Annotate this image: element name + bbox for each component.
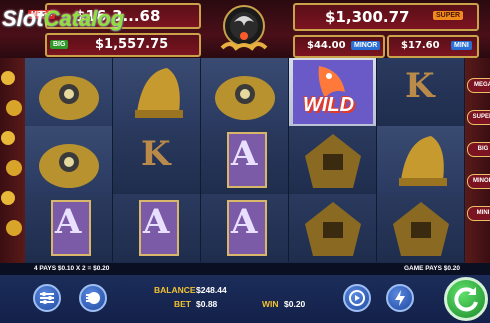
win-value: $0.20	[284, 299, 306, 309]
reel-cell-samurai	[289, 194, 377, 262]
logo-catalog: Catalog	[43, 6, 125, 31]
lightning-icon	[395, 290, 405, 306]
reel-cell-wild: WILD	[289, 58, 377, 126]
bet-value: $0.88	[196, 299, 218, 309]
samurai-helmet-icon	[305, 202, 361, 256]
settings-button[interactable]	[33, 284, 61, 312]
super-jackpot-value: $1,300.77	[325, 8, 410, 26]
autoplay-button[interactable]	[343, 284, 371, 312]
reel-cell-bell	[113, 58, 201, 126]
spin-button[interactable]	[444, 277, 488, 321]
win-info-strip: 4 PAYS $0.10 X 2 = $0.20 GAME PAYS $0.20	[0, 263, 490, 275]
super-tag: SUPER	[433, 11, 464, 20]
wild-label: WILD	[303, 94, 355, 116]
balance-label: BALANCE	[154, 285, 196, 295]
reel-grid: WILD K K A A A A	[25, 58, 465, 263]
reel-cell-k: K	[377, 58, 465, 126]
big-tag: BIG	[50, 40, 69, 49]
reel-cell-a: A	[201, 126, 289, 194]
reel-cell-a: A	[25, 194, 113, 262]
logo-slot: Slot	[2, 6, 44, 31]
golden-frog-icon	[39, 144, 99, 188]
line-pays-text: 4 PAYS $0.10 X 2 = $0.20	[34, 265, 110, 272]
golden-bell-icon	[135, 68, 183, 118]
minor-jackpot-value: $44.00	[307, 40, 346, 51]
letter-a: A	[231, 202, 258, 242]
turbo-button[interactable]	[386, 284, 414, 312]
letter-k: K	[141, 134, 171, 174]
jackpot-bar: $16,3...68 MEGA $1,557.75 BIG SlotCatalo…	[0, 0, 490, 58]
reel-cell-bell	[377, 126, 465, 194]
bet-coins-button[interactable]	[79, 284, 107, 312]
samurai-helmet-icon	[393, 202, 449, 256]
win-label: WIN	[262, 299, 279, 309]
autoplay-icon	[349, 290, 365, 306]
side-pill-super: SUPER	[467, 110, 490, 125]
game-pays-text: GAME PAYS $0.20	[404, 265, 460, 272]
reel-cell-samurai	[289, 126, 377, 194]
reel-cell-a: A	[201, 194, 289, 262]
reel-cell-a: A	[113, 194, 201, 262]
samurai-helmet-icon	[305, 134, 361, 188]
left-decor-column	[0, 58, 25, 263]
letter-a: A	[55, 202, 82, 242]
spin-arrows-icon	[454, 287, 478, 312]
coins-stack-icon	[86, 292, 100, 304]
slotcatalog-logo: SlotCatalog	[2, 6, 124, 32]
reel-cell-frog	[25, 126, 113, 194]
gold-coins-icon	[1, 71, 22, 236]
golden-frog-icon	[39, 76, 99, 120]
golden-bell-icon	[399, 136, 447, 186]
reel-cell-samurai	[377, 194, 465, 262]
reel-cell-frog	[201, 58, 289, 126]
mini-tag: MINI	[451, 41, 472, 50]
reel-cell-frog	[25, 58, 113, 126]
golden-frog-icon	[215, 76, 275, 120]
letter-a: A	[231, 134, 258, 174]
big-jackpot-value: $1,557.75	[95, 37, 169, 52]
reel-cell-k: K	[113, 126, 201, 194]
letter-a: A	[143, 202, 170, 242]
bet-label: BET	[174, 299, 191, 309]
control-bar: BALANCE $248.44 BET $0.88 WIN $0.20	[0, 275, 490, 323]
balance-value: $248.44	[196, 285, 227, 295]
dragon-emblem-icon	[220, 5, 268, 51]
side-pill-mini: MINI	[467, 206, 490, 221]
side-pill-mega: MEGA	[467, 78, 490, 93]
side-pill-big: BIG	[467, 142, 490, 157]
mini-jackpot-value: $17.60	[401, 40, 440, 51]
side-pill-minor: MINOR	[467, 174, 490, 189]
big-jackpot-panel: $1,557.75	[45, 33, 201, 57]
sliders-icon	[40, 292, 54, 304]
right-jackpot-column: MEGA SUPER BIG MINOR MINI	[465, 58, 490, 263]
minor-tag: MINOR	[351, 41, 381, 50]
letter-k: K	[405, 66, 435, 106]
